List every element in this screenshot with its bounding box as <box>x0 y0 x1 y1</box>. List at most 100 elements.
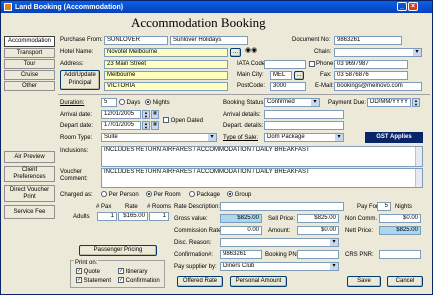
type-of-sale-label: Type of Sale: <box>223 135 259 141</box>
minimize-button[interactable]: _ <box>397 2 407 11</box>
pax-field[interactable]: 1 <box>97 212 117 221</box>
nett-price-field[interactable]: $825.00 <box>379 226 421 235</box>
duration-days-radio[interactable]: Days <box>119 99 140 107</box>
depart-details-field[interactable] <box>264 121 344 130</box>
open-dated-checkbox[interactable]: Open Dated <box>163 117 203 125</box>
personal-amount-button[interactable]: Personal Amount <box>230 276 287 287</box>
binoculars-icon[interactable]: ◉◉ <box>245 47 257 55</box>
payment-due-spinner[interactable]: ▲ ▼ <box>412 98 420 107</box>
client-preferences-button[interactable]: Client Preferences <box>4 166 55 182</box>
title-bar: Land Booking (Accommodation) _ × <box>1 1 432 13</box>
sidebar-tab-other[interactable]: Other <box>4 81 55 91</box>
fax-field[interactable]: 03 5876876 <box>334 71 408 80</box>
hotel-name-field[interactable]: Novotel Melbourne <box>104 48 228 57</box>
window-title: Land Booking (Accommodation) <box>15 3 124 11</box>
address-line-1[interactable]: 23 Main Street <box>104 60 228 69</box>
sidebar-tab-accommodation[interactable]: Accommodation <box>4 36 55 47</box>
commission-rate-field[interactable]: 0.00 <box>220 226 262 235</box>
depart-date-field[interactable]: 17/01/2005 <box>101 121 141 130</box>
rate-field[interactable]: $165.00 <box>118 212 148 221</box>
direct-voucher-print-button[interactable]: Direct Voucher Print <box>4 185 55 202</box>
service-fee-button[interactable]: Service Fee <box>4 205 55 219</box>
passenger-pricing-button[interactable]: Passenger Pricing <box>79 245 157 256</box>
hotel-lookup-button[interactable]: ... <box>230 48 241 57</box>
booking-pnr-field[interactable] <box>297 250 339 259</box>
depart-date-calendar-icon[interactable]: ▦ <box>151 121 159 130</box>
offered-rate-button[interactable]: Offered Rate <box>177 276 223 287</box>
pay-supplier-select[interactable]: Diners Club <box>220 262 339 271</box>
inclusions-textarea[interactable]: INCLUDES RETURN AIRFARES / ACCOMMODATION… <box>101 146 423 167</box>
sell-price-field[interactable]: $825.00 <box>297 214 339 223</box>
room-type-select[interactable]: Suite <box>101 133 217 142</box>
rooms-field[interactable]: 1 <box>149 212 169 221</box>
print-confirmation-checkbox[interactable]: ✓ Confirmation <box>118 277 160 285</box>
print-quote-checkbox[interactable]: ✓ Quote <box>76 268 100 276</box>
depart-date-label: Depart date: <box>60 123 94 129</box>
purchase-from-code[interactable]: SUNLOVER <box>104 36 168 45</box>
gross-value-field[interactable]: $825.00 <box>220 214 262 223</box>
pay-supplier-label: Pay supplier by: <box>174 264 217 270</box>
charged-package-radio[interactable]: Package <box>189 191 220 199</box>
room-type-label: Room Type: <box>60 135 93 141</box>
arrival-details-field[interactable] <box>264 110 344 119</box>
duration-nights-radio[interactable]: Nights <box>145 99 170 107</box>
charged-per-room-radio[interactable]: Per Room <box>146 191 181 199</box>
hotel-name-label: Hotel Name: <box>60 49 94 55</box>
duration-label: Duration: <box>60 100 85 106</box>
sidebar-tab-tour[interactable]: Tour <box>4 59 55 69</box>
email-field[interactable]: bookings@melnovo.com <box>334 82 422 91</box>
document-no-field[interactable]: 9863261 <box>334 36 402 45</box>
postcode-field[interactable]: 3000 <box>270 82 306 91</box>
payment-due-field[interactable]: DD/MM/YYYY <box>367 98 411 107</box>
save-button[interactable]: Save <box>347 276 381 287</box>
amount-field[interactable]: $0.00 <box>297 226 339 235</box>
add-update-principal-button[interactable]: Add/Update Principal <box>60 70 100 90</box>
inclusions-label: Inclusions: <box>60 148 89 154</box>
voucher-comment-textarea[interactable]: INCLUDES RETURN AIRFARES / ACCOMMODATION… <box>101 168 423 188</box>
iata-code-field[interactable] <box>264 60 306 69</box>
phone-label: Phone: <box>316 61 336 67</box>
type-of-sale-select[interactable]: Dom Package <box>264 133 344 142</box>
arrival-date-label: Arrival date: <box>60 112 93 118</box>
rate-description-field[interactable] <box>220 202 344 211</box>
charged-per-person-radio[interactable]: Per Person <box>101 191 139 199</box>
rate-header: Rate <box>125 204 138 210</box>
gross-value-label: Gross value: <box>174 216 208 222</box>
print-itinerary-checkbox[interactable]: ✓ Itinerary <box>118 268 147 276</box>
amount-label: Amount: <box>268 228 291 234</box>
main-city-field[interactable]: MEL <box>270 71 292 80</box>
booking-status-select[interactable]: Confirmed <box>264 98 320 107</box>
page-title: Accommodation Booking <box>131 15 266 30</box>
phone-checkbox[interactable] <box>309 61 315 67</box>
address-line-3[interactable]: VICTORIA <box>104 82 228 91</box>
pay-for-label: Pay For <box>357 204 379 210</box>
disc-reason-select[interactable] <box>220 238 339 247</box>
arrival-date-calendar-icon[interactable]: ▦ <box>151 110 159 119</box>
email-label: E-Mail: <box>315 83 334 89</box>
crs-pnr-field[interactable] <box>379 250 421 259</box>
gst-applies-badge: GST Applies <box>365 132 423 143</box>
arrival-date-spinner[interactable]: ▲ ▼ <box>142 110 150 119</box>
arrival-date-field[interactable]: 12/01/2005 <box>101 110 141 119</box>
main-city-lookup-button[interactable]: ... <box>294 71 304 80</box>
print-statement-checkbox[interactable]: ✓ Statement <box>76 277 111 285</box>
chain-select[interactable] <box>334 48 422 57</box>
crs-pnr-label: CRS PNR: <box>345 252 374 258</box>
disc-reason-label: Disc. Reason: <box>174 240 212 246</box>
address-line-2[interactable]: Melbourne <box>104 71 228 80</box>
duration-field[interactable]: 5 <box>101 98 117 107</box>
close-button[interactable]: × <box>408 2 418 11</box>
purchase-from-name[interactable]: Sunlover Holidays <box>170 36 248 45</box>
pay-for-field[interactable]: 5 <box>377 202 391 211</box>
confirmation-field[interactable]: 9863261 <box>220 250 262 259</box>
phone-field[interactable]: 03 9697987 <box>334 60 408 69</box>
document-no-label: Document No: <box>292 37 331 43</box>
air-preview-button[interactable]: Air Preview <box>4 151 55 163</box>
non-comm-field[interactable]: $0.00 <box>379 214 421 223</box>
purchase-from-label: Purchase From: <box>60 37 103 43</box>
depart-date-spinner[interactable]: ▲ ▼ <box>142 121 150 130</box>
sidebar-tab-cruise[interactable]: Cruise <box>4 70 55 80</box>
charged-group-radio[interactable]: Group <box>227 191 251 199</box>
sidebar-tab-transport[interactable]: Transport <box>4 48 55 58</box>
cancel-button[interactable]: Cancel <box>387 276 423 287</box>
